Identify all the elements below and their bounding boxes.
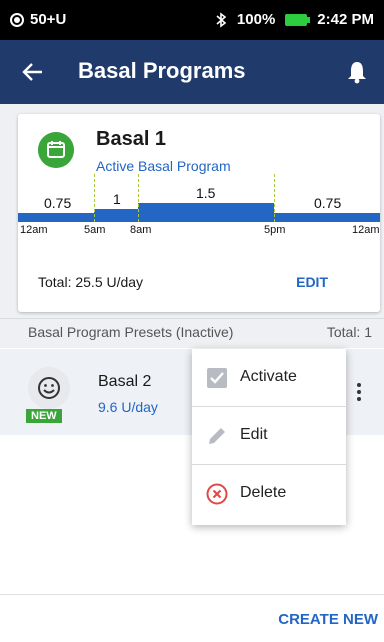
basal-rate-chart: 0.75 1 1.5 0.75 12am 5am 8am 5pm 12am <box>18 174 380 244</box>
status-right: 100% 2:42 PM <box>215 11 374 28</box>
carrier-label: 50+U <box>30 11 67 28</box>
time-label: 12am <box>20 224 48 236</box>
status-bar: 50+U 100% 2:42 PM <box>0 0 384 40</box>
program-status: Active Basal Program <box>96 158 231 174</box>
rate-label: 1.5 <box>196 185 216 201</box>
battery-icon <box>285 13 311 26</box>
rate-segment-1 <box>18 213 94 222</box>
menu-item-label: Activate <box>240 368 297 385</box>
presets-section-header: Basal Program Presets (Inactive) Total: … <box>0 318 384 348</box>
status-left: 50+U <box>10 11 66 28</box>
status-dot-icon <box>10 12 24 27</box>
page-title: Basal Programs <box>78 58 246 83</box>
segment-divider <box>94 174 95 222</box>
calendar-icon <box>38 132 74 168</box>
bluetooth-icon <box>216 11 227 28</box>
smiley-icon <box>28 367 70 409</box>
app-bar: Basal Programs <box>0 40 384 104</box>
preset-rate: 9.6 U/day <box>98 399 158 415</box>
new-badge: NEW <box>26 409 62 423</box>
battery-percent: 100% <box>236 11 276 28</box>
rate-label: 1 <box>113 191 121 207</box>
time-label: 5pm <box>264 224 286 236</box>
presets-header-label: Basal Program Presets (Inactive) <box>28 324 234 340</box>
edit-program-button[interactable]: EDIT <box>296 274 328 290</box>
menu-item-activate[interactable]: Activate <box>192 349 346 407</box>
pencil-icon <box>209 428 225 444</box>
time-label: 8am <box>130 224 152 236</box>
menu-item-delete[interactable]: Delete <box>192 465 346 523</box>
segment-divider <box>274 174 275 222</box>
rate-segment-2 <box>94 209 138 222</box>
program-name: Basal 1 <box>96 128 167 150</box>
active-program-card: Basal 1 Active Basal Program 0.75 1 1.5 … <box>18 114 380 312</box>
preset-context-menu: Activate Edit Delete <box>192 349 346 525</box>
rate-label: 0.75 <box>44 195 72 211</box>
menu-item-label: Edit <box>240 426 268 443</box>
rate-segment-3 <box>138 203 274 222</box>
menu-item-label: Delete <box>240 484 287 501</box>
preset-name: Basal 2 <box>98 373 152 390</box>
more-vertical-icon[interactable] <box>356 383 362 403</box>
checkbox-checked-icon <box>207 368 227 388</box>
time-label: 12am <box>352 224 380 236</box>
bell-icon[interactable] <box>346 60 368 84</box>
bottom-bar: CREATE NEW <box>0 594 384 642</box>
create-new-button[interactable]: CREATE NEW <box>278 611 378 628</box>
program-total: Total: 25.5 U/day <box>38 274 144 290</box>
clock: 2:42 PM <box>317 11 374 28</box>
presets-total: Total: 1 <box>326 324 372 340</box>
rate-segment-4 <box>274 213 380 222</box>
rate-label: 0.75 <box>314 195 342 211</box>
segment-divider <box>138 174 139 222</box>
menu-item-edit[interactable]: Edit <box>192 407 346 465</box>
arrow-left-icon[interactable] <box>22 61 44 83</box>
delete-circle-icon <box>206 483 228 505</box>
time-label: 5am <box>84 224 106 236</box>
